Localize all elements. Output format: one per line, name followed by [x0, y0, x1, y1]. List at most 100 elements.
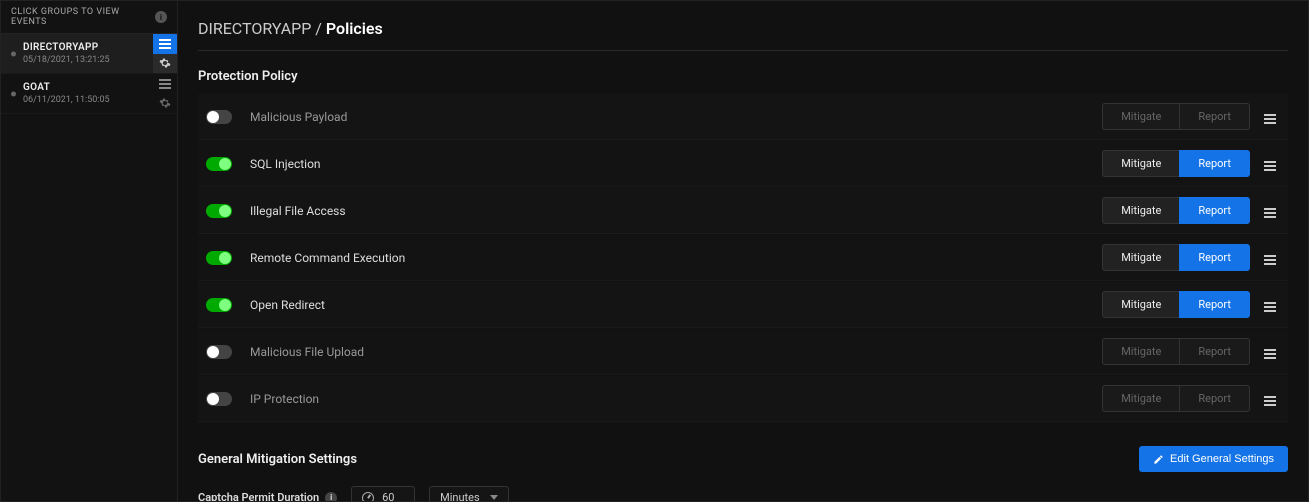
group-name: GOAT: [23, 82, 167, 93]
mitigate-button[interactable]: Mitigate: [1102, 150, 1179, 177]
captcha-unit-select[interactable]: Minutes: [429, 486, 509, 501]
policy-label: Malicious Payload: [250, 110, 1102, 124]
group-events-button[interactable]: [153, 74, 177, 94]
info-icon[interactable]: i: [155, 11, 167, 23]
general-settings-header: General Mitigation Settings Edit General…: [198, 446, 1288, 472]
policy-action-group: MitigateReport: [1102, 244, 1250, 271]
policy-row-menu[interactable]: [1264, 301, 1280, 308]
status-dot-icon: [11, 51, 16, 56]
policy-row-menu[interactable]: [1264, 207, 1280, 214]
gear-icon: [159, 57, 171, 69]
menu-icon: [1264, 165, 1280, 167]
policy-row: Malicious File UploadMitigateReport: [198, 329, 1288, 375]
menu-icon: [1264, 353, 1280, 355]
policy-label: Open Redirect: [250, 298, 1102, 312]
report-button[interactable]: Report: [1179, 197, 1250, 224]
policy-row-menu[interactable]: [1264, 160, 1280, 167]
policy-label: SQL Injection: [250, 157, 1102, 171]
policy-toggle[interactable]: [206, 110, 232, 124]
policy-toggle[interactable]: [206, 392, 232, 406]
report-button[interactable]: Report: [1179, 338, 1250, 365]
policy-action-group: MitigateReport: [1102, 150, 1250, 177]
general-settings-title: General Mitigation Settings: [198, 452, 357, 467]
policy-row: SQL InjectionMitigateReport: [198, 141, 1288, 187]
status-dot-icon: [11, 91, 16, 96]
breadcrumb-root[interactable]: DIRECTORYAPP: [198, 19, 311, 38]
policy-row-menu[interactable]: [1264, 254, 1280, 261]
menu-icon: [1264, 212, 1280, 214]
policy-row: Remote Command ExecutionMitigateReport: [198, 235, 1288, 281]
captcha-label: Captcha Permit Duration i: [198, 491, 337, 501]
protection-policy-title: Protection Policy: [198, 69, 1288, 84]
clock-icon: [362, 492, 374, 502]
group-text: DIRECTORYAPP 05/18/2021, 13:21:25: [23, 42, 167, 65]
captcha-unit: Minutes: [440, 491, 480, 501]
group-name: DIRECTORYAPP: [23, 42, 167, 53]
menu-icon: [1264, 306, 1280, 308]
captcha-value: 60: [382, 491, 394, 501]
sidebar: CLICK GROUPS TO VIEW EVENTS i DIRECTORYA…: [1, 1, 178, 501]
group-date: 05/18/2021, 13:21:25: [23, 55, 167, 65]
mitigate-button[interactable]: Mitigate: [1102, 197, 1179, 224]
group-events-button[interactable]: [153, 34, 177, 54]
menu-icon: [1264, 259, 1280, 261]
sidebar-group-directoryapp[interactable]: DIRECTORYAPP 05/18/2021, 13:21:25: [1, 34, 177, 74]
policy-row: Illegal File AccessMitigateReport: [198, 188, 1288, 234]
policy-label: IP Protection: [250, 392, 1102, 406]
list-icon: [159, 78, 171, 90]
report-button[interactable]: Report: [1179, 385, 1250, 412]
menu-icon: [1264, 118, 1280, 120]
policy-list: Malicious PayloadMitigateReportSQL Injec…: [198, 94, 1288, 422]
policy-label: Malicious File Upload: [250, 345, 1102, 359]
mitigate-button[interactable]: Mitigate: [1102, 103, 1179, 130]
report-button[interactable]: Report: [1179, 291, 1250, 318]
report-button[interactable]: Report: [1179, 150, 1250, 177]
mitigate-button[interactable]: Mitigate: [1102, 244, 1179, 271]
policy-row: Malicious PayloadMitigateReport: [198, 94, 1288, 140]
sidebar-group-goat[interactable]: GOAT 06/11/2021, 11:50:05: [1, 74, 177, 114]
policy-toggle[interactable]: [206, 157, 232, 171]
policy-toggle[interactable]: [206, 204, 232, 218]
group-text: GOAT 06/11/2021, 11:50:05: [23, 82, 167, 105]
policy-row-menu[interactable]: [1264, 348, 1280, 355]
policy-row-menu[interactable]: [1264, 395, 1280, 402]
group-actions: [153, 34, 177, 73]
edit-general-label: Edit General Settings: [1170, 453, 1274, 465]
chevron-down-icon: [490, 495, 498, 500]
captcha-setting-row: Captcha Permit Duration i 60 Minutes: [198, 486, 1288, 501]
group-settings-button[interactable]: [153, 54, 177, 74]
policy-toggle[interactable]: [206, 345, 232, 359]
sidebar-header: CLICK GROUPS TO VIEW EVENTS i: [1, 1, 177, 34]
policy-toggle[interactable]: [206, 251, 232, 265]
mitigate-button[interactable]: Mitigate: [1102, 291, 1179, 318]
pencil-icon: [1153, 454, 1164, 465]
breadcrumb-sep: /: [311, 19, 326, 38]
list-icon: [159, 38, 171, 50]
policy-action-group: MitigateReport: [1102, 338, 1250, 365]
policy-row-menu[interactable]: [1264, 113, 1280, 120]
report-button[interactable]: Report: [1179, 103, 1250, 130]
policy-row: IP ProtectionMitigateReport: [198, 376, 1288, 422]
policy-label: Remote Command Execution: [250, 251, 1102, 265]
mitigate-button[interactable]: Mitigate: [1102, 338, 1179, 365]
policy-label: Illegal File Access: [250, 204, 1102, 218]
policy-toggle[interactable]: [206, 298, 232, 312]
group-date: 06/11/2021, 11:50:05: [23, 95, 167, 105]
edit-general-settings-button[interactable]: Edit General Settings: [1139, 446, 1288, 472]
policy-action-group: MitigateReport: [1102, 197, 1250, 224]
info-icon[interactable]: i: [325, 492, 337, 502]
group-settings-button[interactable]: [153, 94, 177, 114]
divider: [198, 50, 1288, 51]
breadcrumb-current: Policies: [326, 19, 383, 38]
policy-action-group: MitigateReport: [1102, 291, 1250, 318]
policy-action-group: MitigateReport: [1102, 103, 1250, 130]
app-root: CLICK GROUPS TO VIEW EVENTS i DIRECTORYA…: [0, 0, 1309, 502]
captcha-value-input[interactable]: 60: [351, 486, 415, 501]
group-actions: [153, 74, 177, 113]
breadcrumb: DIRECTORYAPP / Policies: [198, 19, 1288, 38]
policy-row: Open RedirectMitigateReport: [198, 282, 1288, 328]
mitigate-button[interactable]: Mitigate: [1102, 385, 1179, 412]
menu-icon: [1264, 400, 1280, 402]
report-button[interactable]: Report: [1179, 244, 1250, 271]
gear-icon: [159, 97, 171, 109]
